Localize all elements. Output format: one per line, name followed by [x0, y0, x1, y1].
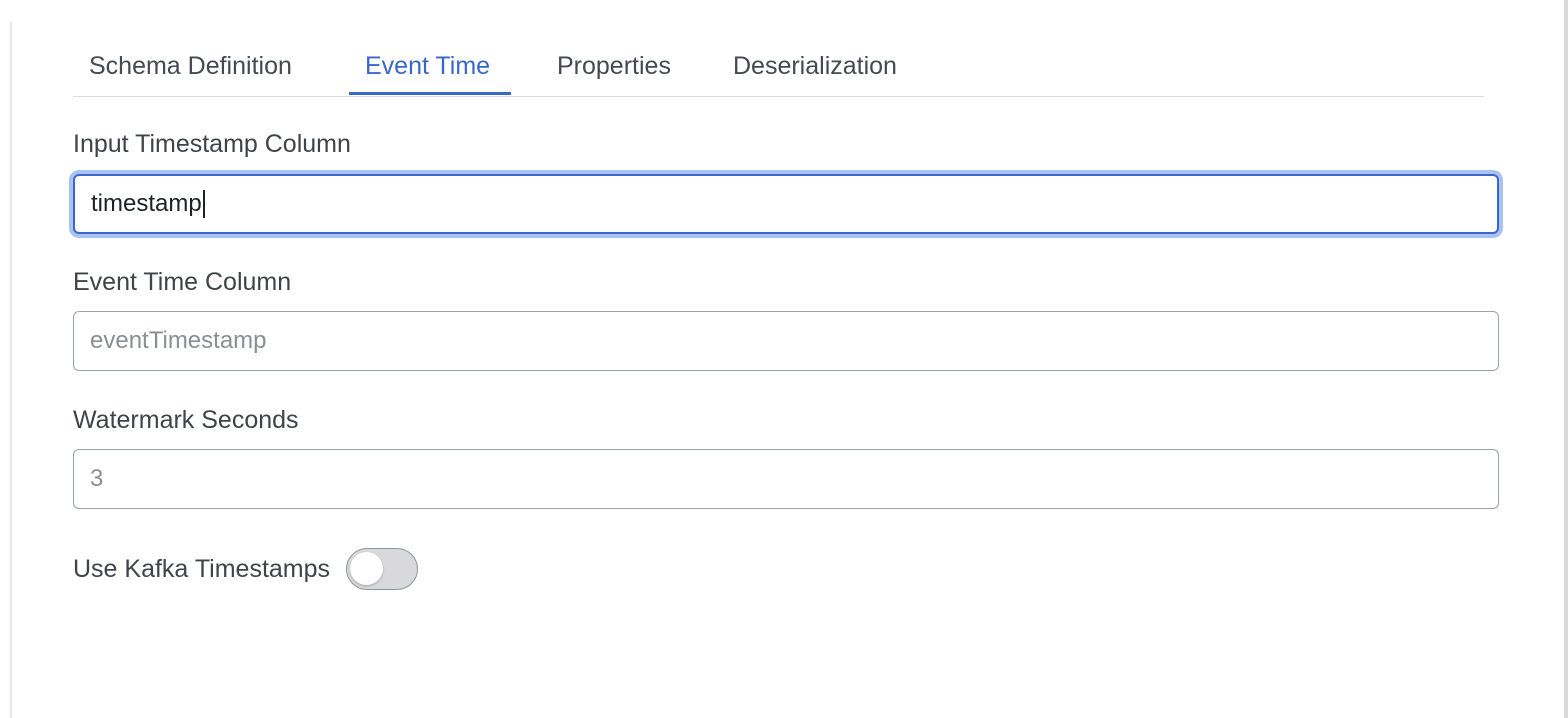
event-time-placeholder: eventTimestamp: [90, 327, 267, 354]
kafka-timestamps-label: Use Kafka Timestamps: [73, 554, 331, 583]
toggle-knob: [350, 552, 384, 585]
kafka-timestamps-toggle[interactable]: [346, 548, 419, 590]
window-right-edge: [1564, 0, 1568, 718]
panel-left-border: [10, 22, 12, 718]
watermark-label: Watermark Seconds: [73, 406, 299, 434]
tab-deserialization[interactable]: Deserialization: [717, 40, 927, 95]
event-time-label: Event Time Column: [73, 268, 292, 296]
tab-bar: Schema Definition Event Time Properties …: [73, 40, 1484, 97]
watermark-field[interactable]: 3: [73, 449, 1499, 509]
tab-schema-definition[interactable]: Schema Definition: [73, 40, 335, 95]
event-time-field[interactable]: eventTimestamp: [73, 311, 1499, 371]
watermark-placeholder: 3: [90, 465, 104, 492]
text-caret: [202, 190, 205, 218]
kafka-timestamps-row: Use Kafka Timestamps: [73, 548, 419, 590]
tab-properties[interactable]: Properties: [541, 40, 695, 95]
input-timestamp-value: timestamp: [91, 190, 202, 217]
input-timestamp-field[interactable]: timestamp: [73, 174, 1499, 234]
input-timestamp-label: Input Timestamp Column: [73, 130, 351, 158]
tab-event-time[interactable]: Event Time: [349, 40, 511, 95]
